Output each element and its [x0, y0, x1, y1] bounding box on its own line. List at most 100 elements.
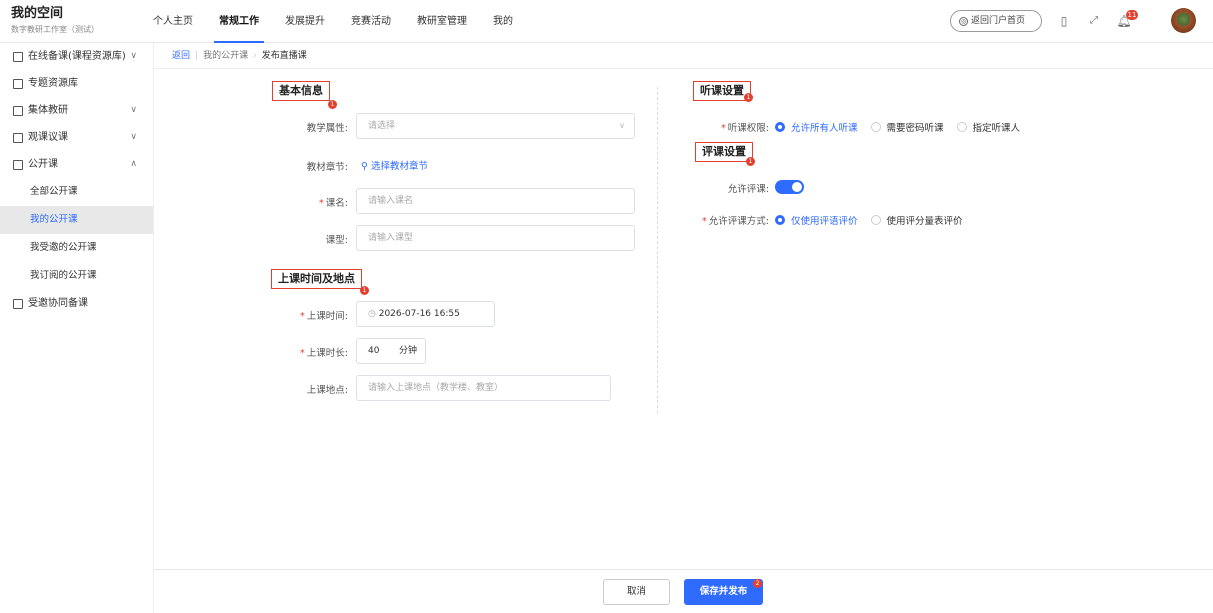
return-portal-button[interactable]: ◎ 返回门户首页	[950, 10, 1042, 32]
duration-label-text: 上课时长:	[306, 348, 348, 359]
radio-dot	[870, 122, 881, 132]
compass-icon: ◎	[959, 16, 968, 26]
sidebar-item-invited-coprep[interactable]: 受邀协同备课	[0, 290, 153, 317]
nav-competition[interactable]: 竞赛活动	[338, 0, 404, 43]
group-icon	[13, 298, 23, 309]
sidebar-item-label: 公开课	[28, 159, 58, 170]
class-place-input[interactable]: 请输入上课地点（教学楼、教室）	[356, 375, 611, 401]
nav-routine-work[interactable]: 常规工作	[206, 0, 272, 43]
mobile-icon[interactable]: ▯	[1056, 13, 1072, 29]
annotation-badge: 1	[360, 286, 369, 295]
section-title-listen-settings: 听课设置	[693, 81, 751, 101]
book-icon	[13, 51, 23, 62]
sidebar-item-label: 专题资源库	[28, 78, 78, 89]
radio-password[interactable]: 需要密码听课	[870, 120, 944, 134]
nav-research-office[interactable]: 教研室管理	[404, 0, 480, 43]
duration-label: * 上课时长:	[278, 345, 348, 359]
chevron-down-icon: ∨	[130, 132, 137, 142]
class-place-label: 上课地点:	[306, 385, 348, 396]
sidebar-subitem-all-open[interactable]: 全部公开课	[0, 178, 153, 206]
sidebar-item-open-class[interactable]: 公开课 ∧	[0, 151, 153, 178]
listen-permission-label: * 听课权限:	[699, 120, 769, 134]
textbook-chapter-label: 教材章节:	[306, 162, 348, 173]
chevron-down-icon: ∨	[130, 51, 137, 61]
brand-title: 我的空间	[11, 6, 64, 21]
nav-personal-home[interactable]: 个人主页	[140, 0, 206, 43]
section-title-time-place: 上课时间及地点	[271, 269, 362, 289]
form-footer: 取消 保存并发布 2	[154, 569, 1213, 613]
radio-dot	[775, 215, 785, 225]
review-method-label-text: 允许评课方式:	[708, 216, 769, 227]
teaching-attribute-select[interactable]: 请选择 ∨	[356, 113, 635, 139]
sidebar-subitem-subscribed-open[interactable]: 我订阅的公开课	[0, 262, 153, 290]
clock-icon: ◷	[368, 309, 376, 319]
course-name-input[interactable]: 请输入课名	[356, 188, 635, 214]
required-mark: *	[300, 311, 305, 322]
allow-review-label: 允许评课:	[727, 184, 769, 195]
notification-badge: 11	[1126, 10, 1138, 20]
sidebar-item-collective-research[interactable]: 集体教研 ∨	[0, 97, 153, 124]
chevron-down-icon: ∨	[130, 105, 137, 115]
course-name-label-text: 课名:	[325, 198, 348, 209]
duration-value: 40	[368, 346, 380, 356]
duration-unit: 分钟	[398, 346, 417, 356]
review-method-label: * 允许评课方式:	[674, 213, 769, 227]
radio-label: 允许所有人听课	[791, 123, 858, 134]
radio-label: 使用评分量表评价	[886, 216, 963, 227]
required-mark: *	[300, 348, 305, 359]
radio-comment-only[interactable]: 仅使用评语评价	[775, 213, 858, 227]
teaching-attribute-placeholder: 请选择	[368, 121, 396, 131]
radio-dot	[870, 215, 881, 225]
class-time-value: 2026-07-16 16:55	[378, 309, 460, 319]
column-divider	[657, 87, 658, 413]
top-header: 我的空间 数字教研工作室（测试） 个人主页 常规工作 发展提升 竞赛活动 教研室…	[0, 0, 1213, 43]
sidebar-subitem-my-open[interactable]: 我的公开课	[0, 206, 153, 234]
cancel-button[interactable]: 取消	[603, 579, 670, 605]
breadcrumb-parent[interactable]: 我的公开课	[203, 51, 248, 61]
sidebar-item-observe-discuss[interactable]: 观课议课 ∨	[0, 124, 153, 151]
required-mark: *	[319, 198, 324, 209]
radio-specified[interactable]: 指定听课人	[956, 120, 1020, 134]
course-type-input[interactable]: 请输入课型	[356, 225, 635, 251]
annotation-badge: 1	[328, 100, 337, 109]
fullscreen-icon[interactable]: ⤢	[1086, 13, 1102, 29]
sidebar-item-label: 观课议课	[28, 132, 68, 143]
chevron-down-icon: ∨	[619, 121, 625, 130]
breadcrumb: 返回 | 我的公开课 › 发布直播课	[154, 43, 1213, 69]
sidebar-item-online-prep[interactable]: 在线备课(课程资源库) ∨	[0, 43, 153, 70]
radio-allow-all[interactable]: 允许所有人听课	[775, 120, 858, 134]
sidebar-item-label: 集体教研	[28, 105, 68, 116]
save-publish-button[interactable]: 保存并发布	[684, 579, 763, 605]
class-time-label: * 上课时间:	[278, 308, 348, 322]
teaching-attribute-label: 教学属性:	[306, 123, 348, 134]
class-time-picker[interactable]: ◷ 2026-07-16 16:55	[356, 301, 495, 327]
review-method-radio-group: 仅使用评语评价 使用评分量表评价	[775, 213, 976, 227]
section-title-review-settings: 评课设置	[695, 142, 753, 162]
nav-mine[interactable]: 我的	[480, 0, 526, 43]
sidebar-subitem-invited-open[interactable]: 我受邀的公开课	[0, 234, 153, 262]
doc-icon	[13, 105, 23, 116]
brand-subtitle: 数字教研工作室（测试）	[11, 25, 99, 34]
radio-dot	[775, 122, 785, 132]
duration-input[interactable]: 40 分钟	[356, 338, 426, 364]
form-main: 基本信息 1 教学属性: 请选择 ∨ 教材章节: ⚲ 选择教材章节 * 课名: 请…	[154, 69, 1213, 569]
breadcrumb-separator: |	[195, 51, 199, 61]
radio-dot	[956, 122, 967, 132]
course-name-label: * 课名:	[278, 195, 348, 209]
radio-scale[interactable]: 使用评分量表评价	[870, 213, 963, 227]
avatar[interactable]	[1171, 8, 1196, 33]
chevron-right-icon: ›	[253, 51, 257, 61]
nav-development[interactable]: 发展提升	[272, 0, 338, 43]
main-nav: 个人主页 常规工作 发展提升 竞赛活动 教研室管理 我的	[140, 0, 526, 43]
allow-review-toggle[interactable]	[775, 180, 804, 194]
listen-permission-label-text: 听课权限:	[727, 123, 769, 134]
sidebar-item-topic-resources[interactable]: 专题资源库	[0, 70, 153, 97]
presentation-icon	[13, 132, 23, 143]
select-chapter-button[interactable]: ⚲ 选择教材章节	[361, 158, 428, 172]
annotation-badge: 2	[753, 579, 762, 588]
search-icon: ⚲	[361, 161, 368, 172]
class-time-label-text: 上课时间:	[306, 311, 348, 322]
section-title-basic-info: 基本信息	[272, 81, 330, 101]
breadcrumb-back[interactable]: 返回	[172, 51, 190, 61]
radio-label: 需要密码听课	[886, 123, 944, 134]
